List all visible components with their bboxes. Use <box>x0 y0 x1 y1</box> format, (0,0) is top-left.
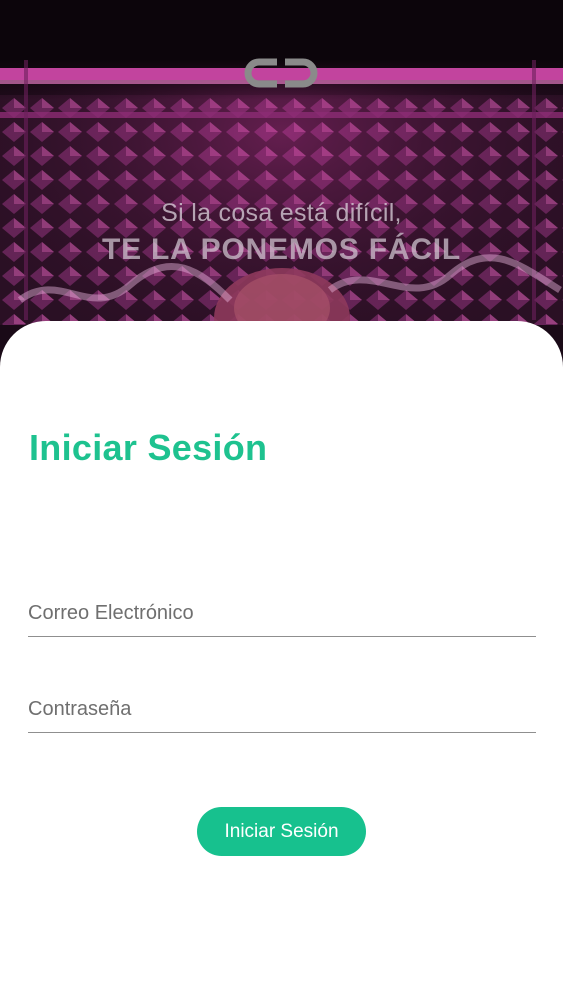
login-title: Iniciar Sesión <box>29 427 268 468</box>
password-field[interactable] <box>28 687 536 733</box>
login-card: Iniciar Sesión Iniciar Sesión <box>0 321 563 1000</box>
cc-logo-icon <box>244 58 318 88</box>
hero-tagline-line2: TE LA PONEMOS FÁCIL <box>101 233 462 266</box>
email-field[interactable] <box>28 591 536 637</box>
login-button[interactable]: Iniciar Sesión <box>197 807 366 856</box>
hero-tagline-line1: Si la cosa está difícil, <box>161 199 402 227</box>
